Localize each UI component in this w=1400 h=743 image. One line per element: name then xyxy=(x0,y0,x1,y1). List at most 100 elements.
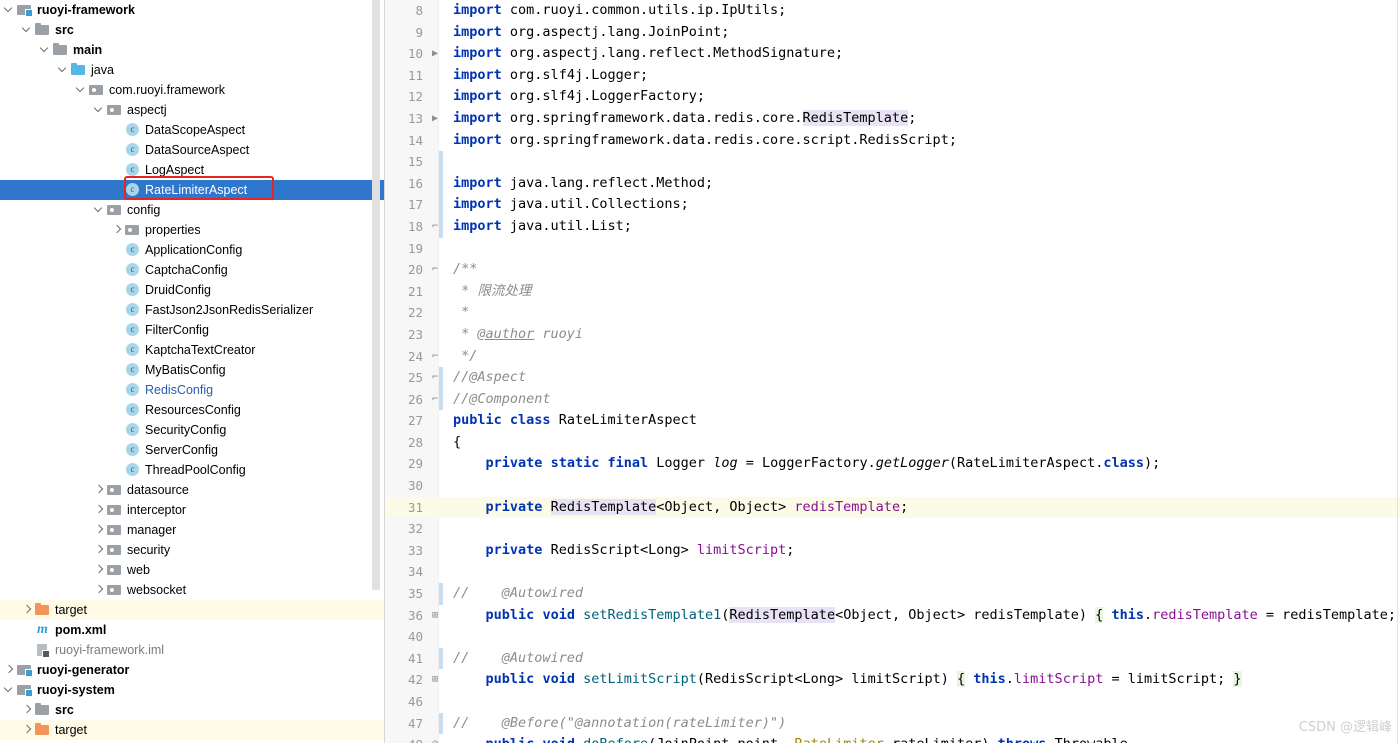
code-fold-icon[interactable]: ▶ xyxy=(429,108,441,130)
code-line[interactable]: 19 xyxy=(385,238,1400,260)
vcs-change-marker[interactable] xyxy=(439,712,443,735)
chevron-down-icon[interactable] xyxy=(92,200,106,220)
tree-item-security[interactable]: security xyxy=(0,540,385,560)
code-fold-icon[interactable]: ⊞ xyxy=(429,605,441,627)
chevron-right-icon[interactable] xyxy=(2,660,16,680)
chevron-right-icon[interactable] xyxy=(92,480,106,500)
code-line[interactable]: 18 ⌐ import java.util.List; xyxy=(385,215,1400,238)
code-line[interactable]: 20 ⌐ /** xyxy=(385,259,1400,281)
code-fold-icon[interactable]: ⌐ xyxy=(429,346,441,368)
vcs-change-marker[interactable] xyxy=(439,583,443,605)
code-line[interactable]: 29 private static final Logger log = Log… xyxy=(385,453,1400,475)
vcs-change-marker[interactable] xyxy=(439,172,443,195)
chevron-down-icon[interactable] xyxy=(92,100,106,120)
chevron-down-icon[interactable] xyxy=(20,20,34,40)
code-line[interactable]: 23 * @author ruoyi xyxy=(385,324,1400,346)
code-line[interactable]: 30 xyxy=(385,475,1400,497)
project-tree-list[interactable]: ruoyi-framework src main java com.ruoyi.fram… xyxy=(0,0,385,743)
chevron-down-icon[interactable] xyxy=(56,60,70,80)
tree-item-ruoyi-framework-iml[interactable]: ruoyi-framework.iml xyxy=(0,640,385,660)
tree-item-filterconfig[interactable]: FilterConfig xyxy=(0,320,385,340)
chevron-right-icon[interactable] xyxy=(92,580,106,600)
chevron-right-icon[interactable] xyxy=(92,520,106,540)
vcs-change-marker[interactable] xyxy=(439,194,443,216)
tree-item-ruoyi-system[interactable]: ruoyi-system xyxy=(0,680,385,700)
chevron-down-icon[interactable] xyxy=(2,680,16,700)
chevron-right-icon[interactable] xyxy=(110,220,124,240)
chevron-right-icon[interactable] xyxy=(20,600,34,620)
code-line[interactable]: 41 // @Autowired xyxy=(385,647,1400,670)
chevron-down-icon[interactable] xyxy=(2,0,16,20)
code-line[interactable]: 13 ▶ import org.springframework.data.redis… xyxy=(385,108,1400,130)
vcs-change-marker[interactable] xyxy=(439,388,443,411)
code-line[interactable]: 15 xyxy=(385,151,1400,173)
project-tree-scrollbar[interactable] xyxy=(372,0,380,743)
chevron-down-icon[interactable] xyxy=(38,40,52,60)
code-line[interactable]: 14 import org.springframework.data.redis.… xyxy=(385,130,1400,152)
tree-item-ruoyi-framework[interactable]: ruoyi-framework xyxy=(0,0,385,20)
project-tool-window[interactable]: ruoyi-framework src main java com.ruoyi.fram… xyxy=(0,0,385,743)
code-line[interactable]: 11 import org.slf4j.Logger; xyxy=(385,65,1400,87)
tree-item-interceptor[interactable]: interceptor xyxy=(0,500,385,520)
tree-item-web[interactable]: web xyxy=(0,560,385,580)
code-line[interactable]: 42 ⊞ public void setLimitScript(RedisScri… xyxy=(385,669,1400,691)
code-line[interactable]: 32 xyxy=(385,518,1400,540)
code-line[interactable]: 40 xyxy=(385,626,1400,648)
vcs-change-marker[interactable] xyxy=(439,151,443,173)
tree-item-properties[interactable]: properties xyxy=(0,220,385,240)
tree-item-datasourceaspect[interactable]: DataSourceAspect xyxy=(0,140,385,160)
code-line[interactable]: 26 ⌐//@Component xyxy=(385,388,1400,411)
tree-item-ruoyi-generator[interactable]: ruoyi-generator xyxy=(0,660,385,680)
tree-item-fastjson2jsonredisserializer[interactable]: FastJson2JsonRedisSerializer xyxy=(0,300,385,320)
code-line[interactable]: 17 import java.util.Collections; xyxy=(385,194,1400,216)
code-line[interactable]: 24 ⌐ */ xyxy=(385,346,1400,368)
code-editor[interactable]: 8 import com.ruoyi.common.utils.ip.IpUtil… xyxy=(385,0,1400,743)
tree-item-druidconfig[interactable]: DruidConfig xyxy=(0,280,385,300)
tree-item-captchaconfig[interactable]: CaptchaConfig xyxy=(0,260,385,280)
tree-item-src[interactable]: src xyxy=(0,20,385,40)
code-line[interactable]: 36 ⊞ public void setRedisTemplate1(RedisT… xyxy=(385,605,1400,627)
scrollbar-thumb[interactable] xyxy=(372,0,380,590)
tree-item-redisconfig[interactable]: RedisConfig xyxy=(0,380,385,400)
code-lines[interactable]: 8 import com.ruoyi.common.utils.ip.IpUtil… xyxy=(385,0,1400,743)
chevron-right-icon[interactable] xyxy=(92,500,106,520)
tree-item-aspectj[interactable]: aspectj xyxy=(0,100,385,120)
tree-item-mybatisconfig[interactable]: MyBatisConfig xyxy=(0,360,385,380)
tree-item-serverconfig[interactable]: ServerConfig xyxy=(0,440,385,460)
tree-item-java[interactable]: java xyxy=(0,60,385,80)
code-line[interactable]: 25 ⌐//@Aspect xyxy=(385,367,1400,389)
tree-item-com-ruoyi-framework[interactable]: com.ruoyi.framework xyxy=(0,80,385,100)
code-fold-icon[interactable]: ⊞ xyxy=(429,669,441,691)
code-line[interactable]: 33 private RedisScript<Long> limitScript… xyxy=(385,540,1400,562)
code-line[interactable]: 46 xyxy=(385,691,1400,713)
code-line[interactable]: 22 * xyxy=(385,302,1400,324)
tree-item-logaspect[interactable]: LogAspect xyxy=(0,160,385,180)
code-line[interactable]: 31 private RedisTemplate<Object, Object>… xyxy=(385,496,1400,519)
tree-item-manager[interactable]: manager xyxy=(0,520,385,540)
tree-item-datascopeaspect[interactable]: DataScopeAspect xyxy=(0,120,385,140)
tree-item-securityconfig[interactable]: SecurityConfig xyxy=(0,420,385,440)
code-line[interactable]: 35 // @Autowired xyxy=(385,583,1400,605)
code-line[interactable]: 21 * 限流处理 xyxy=(385,281,1400,303)
chevron-right-icon[interactable] xyxy=(92,540,106,560)
code-fold-icon[interactable]: ⌐ xyxy=(429,259,441,281)
tree-item-target[interactable]: target xyxy=(0,600,385,620)
tree-item-src[interactable]: src xyxy=(0,700,385,720)
tree-item-websocket[interactable]: websocket xyxy=(0,580,385,600)
code-line[interactable]: 28 { xyxy=(385,432,1400,454)
code-line[interactable]: 16 import java.lang.reflect.Method; xyxy=(385,172,1400,195)
tree-item-main[interactable]: main xyxy=(0,40,385,60)
code-line[interactable]: 48 @ public void doBefore(JoinPoint point… xyxy=(385,734,1400,743)
code-fold-icon[interactable]: @ xyxy=(429,734,441,743)
vcs-change-marker[interactable] xyxy=(439,647,443,670)
tree-item-kaptchatextcreator[interactable]: KaptchaTextCreator xyxy=(0,340,385,360)
code-line[interactable]: 12 import org.slf4j.LoggerFactory; xyxy=(385,86,1400,108)
tree-item-resourcesconfig[interactable]: ResourcesConfig xyxy=(0,400,385,420)
code-line[interactable]: 27 public class RateLimiterAspect xyxy=(385,410,1400,432)
code-fold-icon[interactable]: ▶ xyxy=(429,43,441,65)
tree-item-threadpoolconfig[interactable]: ThreadPoolConfig xyxy=(0,460,385,480)
chevron-right-icon[interactable] xyxy=(20,700,34,720)
code-line[interactable]: 10 ▶ import org.aspectj.lang.reflect.Metho… xyxy=(385,43,1400,65)
tree-item-applicationconfig[interactable]: ApplicationConfig xyxy=(0,240,385,260)
tree-item-ratelimiteraspect[interactable]: RateLimiterAspect xyxy=(0,180,385,200)
